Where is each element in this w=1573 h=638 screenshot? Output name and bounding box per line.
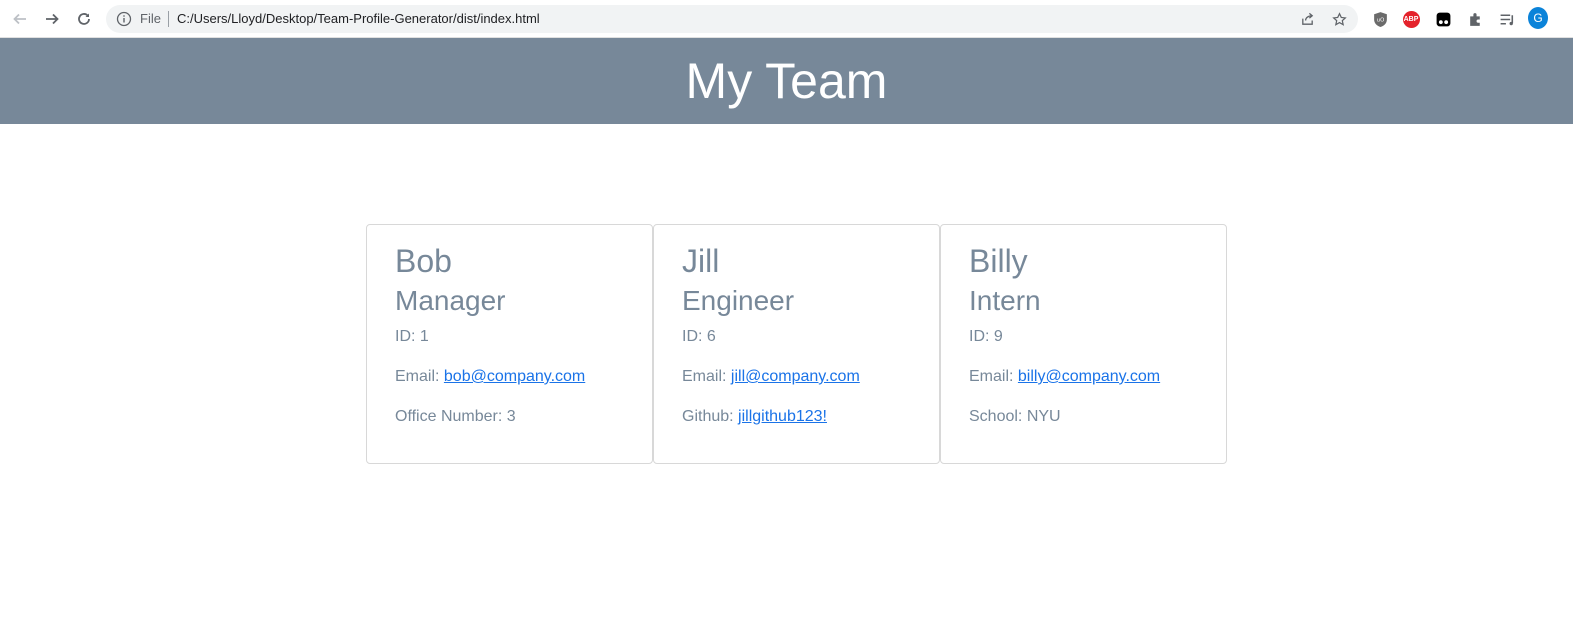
info-icon[interactable]: [116, 11, 132, 27]
email-link[interactable]: jill@company.com: [731, 368, 860, 385]
employee-email-row: Email: bob@company.com: [395, 367, 624, 387]
reading-list-icon: [1500, 13, 1513, 25]
employee-role: Intern: [969, 285, 1041, 316]
team-card-engineer: Jill Engineer ID: 6 Email: jill@company.…: [653, 224, 940, 464]
reload-button[interactable]: [72, 7, 96, 31]
adblock-extension[interactable]: ABP: [1401, 9, 1421, 29]
employee-role: Engineer: [682, 285, 795, 316]
extensions-button[interactable]: [1465, 9, 1485, 29]
employee-email-row: Email: jill@company.com: [682, 367, 911, 387]
ublock-extension[interactable]: uO: [1370, 9, 1390, 29]
github-link[interactable]: jillgithub123!: [738, 408, 827, 425]
employee-email-row: Email: billy@company.com: [969, 367, 1198, 387]
email-link[interactable]: bob@company.com: [444, 368, 585, 385]
page-header: My Team: [0, 38, 1573, 124]
employee-id: ID: 1: [395, 328, 429, 345]
bookmark-button[interactable]: [1330, 10, 1348, 28]
back-button[interactable]: [8, 7, 32, 31]
forward-arrow-icon: [46, 13, 59, 25]
star-icon: [1331, 11, 1347, 26]
email-label: Email:: [682, 368, 731, 385]
team-card-manager: Bob Manager ID: 1 Email: bob@company.com…: [366, 224, 653, 464]
tampermonkey-icon: [1436, 12, 1450, 26]
share-button[interactable]: [1298, 10, 1316, 28]
address-bar[interactable]: File C:/Users/Lloyd/Desktop/Team-Profile…: [106, 5, 1358, 33]
url-text[interactable]: C:/Users/Lloyd/Desktop/Team-Profile-Gene…: [177, 11, 540, 27]
tampermonkey-extension[interactable]: [1433, 9, 1453, 29]
github-label: Github:: [682, 408, 739, 425]
school: School: NYU: [969, 408, 1061, 425]
employee-name: Jill: [682, 243, 720, 279]
browser-toolbar: File C:/Users/Lloyd/Desktop/Team-Profile…: [0, 0, 1573, 38]
file-scheme-label: File: [140, 11, 161, 26]
share-icon: [1301, 12, 1313, 25]
address-divider: [168, 11, 169, 27]
email-label: Email:: [969, 368, 1018, 385]
svg-text:uO: uO: [1376, 17, 1384, 23]
reload-icon: [78, 13, 90, 25]
reading-list-button[interactable]: [1497, 9, 1517, 29]
email-link[interactable]: billy@company.com: [1018, 368, 1160, 385]
team-card-intern: Billy Intern ID: 9 Email: billy@company.…: [940, 224, 1227, 464]
employee-name: Billy: [969, 243, 1028, 279]
office-number: Office Number: 3: [395, 408, 516, 425]
forward-button[interactable]: [40, 7, 64, 31]
profile-button[interactable]: G: [1528, 7, 1548, 29]
employee-role: Manager: [395, 285, 506, 316]
profile-avatar: G: [1528, 7, 1548, 29]
abp-icon: ABP: [1402, 10, 1420, 28]
shield-icon: uO: [1373, 11, 1387, 27]
github-row: Github: jillgithub123!: [682, 407, 911, 427]
puzzle-icon: [1469, 12, 1480, 26]
team-cards: Bob Manager ID: 1 Email: bob@company.com…: [366, 224, 1227, 464]
email-label: Email:: [395, 368, 444, 385]
back-arrow-icon: [13, 13, 26, 25]
employee-id: ID: 9: [969, 328, 1003, 345]
page-title: My Team: [685, 53, 888, 109]
employee-id: ID: 6: [682, 328, 716, 345]
employee-name: Bob: [395, 243, 452, 279]
